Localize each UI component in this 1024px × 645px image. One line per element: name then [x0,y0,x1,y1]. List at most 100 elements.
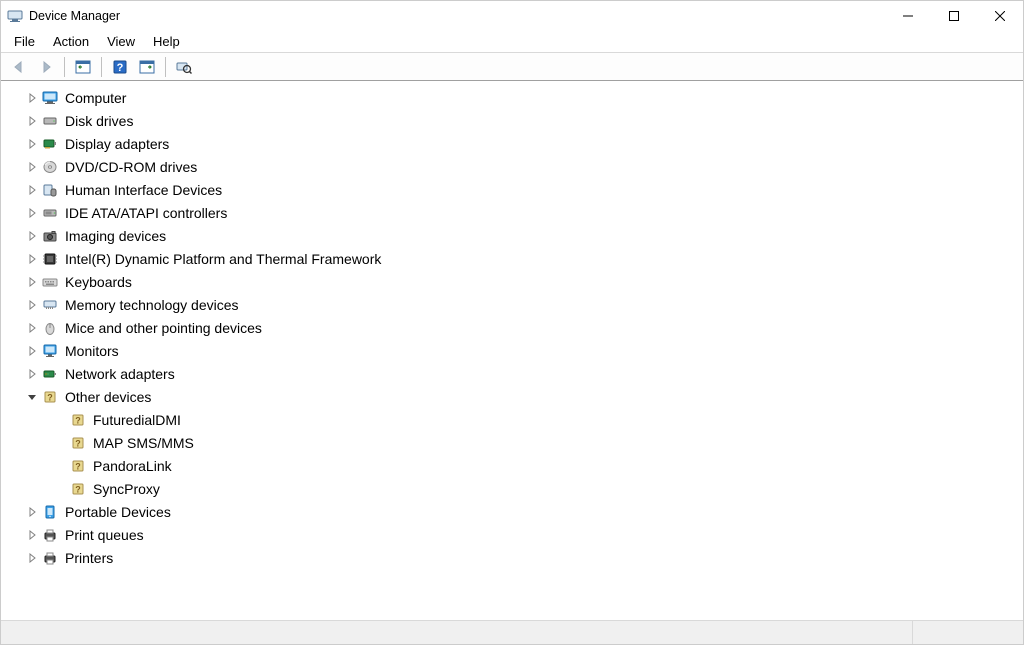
tree-node-imaging[interactable]: Imaging devices [25,224,1023,247]
tree-node-printers[interactable]: Printers [25,546,1023,569]
device-manager-icon [7,8,23,24]
tree-node-label: DVD/CD-ROM drives [65,156,197,178]
mouse-icon [41,319,59,337]
tree-node-disk-drives[interactable]: Disk drives [25,109,1023,132]
tree-node-label: Print queues [65,524,144,546]
titlebar: Device Manager [1,1,1023,31]
chevron-right-icon[interactable] [25,114,39,128]
forward-button[interactable] [34,55,58,79]
unknown-icon [69,434,87,452]
tree-node-label: Printers [65,547,113,569]
computer-icon [41,89,59,107]
chevron-right-icon[interactable] [25,183,39,197]
ide-icon [41,204,59,222]
menubar: File Action View Help [1,31,1023,53]
network-icon [41,365,59,383]
tree-node-intel-dptf[interactable]: Intel(R) Dynamic Platform and Thermal Fr… [25,247,1023,270]
action-button[interactable] [135,55,159,79]
display-adapter-icon [41,135,59,153]
chevron-right-icon[interactable] [25,91,39,105]
tree-node-label: IDE ATA/ATAPI controllers [65,202,227,224]
other-icon [41,388,59,406]
tree-node-keyboards[interactable]: Keyboards [25,270,1023,293]
menu-action[interactable]: Action [44,32,98,51]
printer-icon [41,526,59,544]
tree-node-label: Human Interface Devices [65,179,222,201]
chevron-right-icon[interactable] [25,321,39,335]
hid-icon [41,181,59,199]
tree-node-portable[interactable]: Portable Devices [25,500,1023,523]
tree-node-label: Monitors [65,340,119,362]
disk-icon [41,112,59,130]
chevron-right-icon[interactable] [25,137,39,151]
unknown-icon [69,411,87,429]
portable-icon [41,503,59,521]
tree-node-futuredialdmi[interactable]: FuturedialDMI [25,408,1023,431]
chevron-right-icon[interactable] [25,229,39,243]
menu-help[interactable]: Help [144,32,189,51]
tree-node-hid[interactable]: Human Interface Devices [25,178,1023,201]
show-hide-tree-button[interactable] [71,55,95,79]
chevron-right-icon[interactable] [25,528,39,542]
keyboard-icon [41,273,59,291]
menu-file[interactable]: File [5,32,44,51]
tree-node-mice[interactable]: Mice and other pointing devices [25,316,1023,339]
tree-node-label: SyncProxy [93,478,160,500]
minimize-button[interactable] [885,1,931,31]
chevron-right-icon[interactable] [25,298,39,312]
menu-view[interactable]: View [98,32,144,51]
tree-node-dvd-cd-rom[interactable]: DVD/CD-ROM drives [25,155,1023,178]
tree-node-syncproxy[interactable]: SyncProxy [25,477,1023,500]
monitor-icon [41,342,59,360]
tree-node-display-adapters[interactable]: Display adapters [25,132,1023,155]
tree-node-network[interactable]: Network adapters [25,362,1023,385]
content-area: ComputerDisk drivesDisplay adaptersDVD/C… [1,81,1023,620]
tree-node-label: Intel(R) Dynamic Platform and Thermal Fr… [65,248,381,270]
tree-node-memory-tech[interactable]: Memory technology devices [25,293,1023,316]
chevron-down-icon[interactable] [25,390,39,404]
device-tree[interactable]: ComputerDisk drivesDisplay adaptersDVD/C… [1,82,1023,620]
chevron-right-icon[interactable] [25,252,39,266]
tree-node-label: Imaging devices [65,225,166,247]
help-button[interactable]: ? [108,55,132,79]
toolbar-separator [64,57,65,77]
tree-node-monitors[interactable]: Monitors [25,339,1023,362]
tree-node-label: MAP SMS/MMS [93,432,194,454]
unknown-icon [69,457,87,475]
tree-node-label: FuturedialDMI [93,409,181,431]
chevron-right-icon[interactable] [25,367,39,381]
tree-node-label: Memory technology devices [65,294,239,316]
close-button[interactable] [977,1,1023,31]
printer-icon [41,549,59,567]
tree-node-label: Display adapters [65,133,169,155]
status-cell [913,621,1023,644]
tree-node-label: Computer [65,87,126,109]
toolbar-separator [101,57,102,77]
chip-icon [41,250,59,268]
maximize-button[interactable] [931,1,977,31]
chevron-right-icon[interactable] [25,160,39,174]
tree-node-other[interactable]: Other devices [25,385,1023,408]
tree-node-label: Keyboards [65,271,132,293]
tree-node-print-queues[interactable]: Print queues [25,523,1023,546]
tree-node-label: Network adapters [65,363,175,385]
toolbar-separator [165,57,166,77]
optical-icon [41,158,59,176]
chevron-right-icon[interactable] [25,505,39,519]
tree-node-pandoralink[interactable]: PandoraLink [25,454,1023,477]
scan-hardware-button[interactable] [172,55,196,79]
chevron-right-icon[interactable] [25,275,39,289]
chevron-right-icon[interactable] [25,551,39,565]
tree-node-label: Portable Devices [65,501,171,523]
back-button[interactable] [7,55,31,79]
tree-node-label: Disk drives [65,110,133,132]
tree-node-map-sms-mms[interactable]: MAP SMS/MMS [25,431,1023,454]
chevron-right-icon[interactable] [25,344,39,358]
tree-node-ide[interactable]: IDE ATA/ATAPI controllers [25,201,1023,224]
chevron-right-icon[interactable] [25,206,39,220]
memory-icon [41,296,59,314]
tree-node-label: Other devices [65,386,151,408]
tree-node-computer[interactable]: Computer [25,86,1023,109]
status-cell [1,621,913,644]
unknown-icon [69,480,87,498]
